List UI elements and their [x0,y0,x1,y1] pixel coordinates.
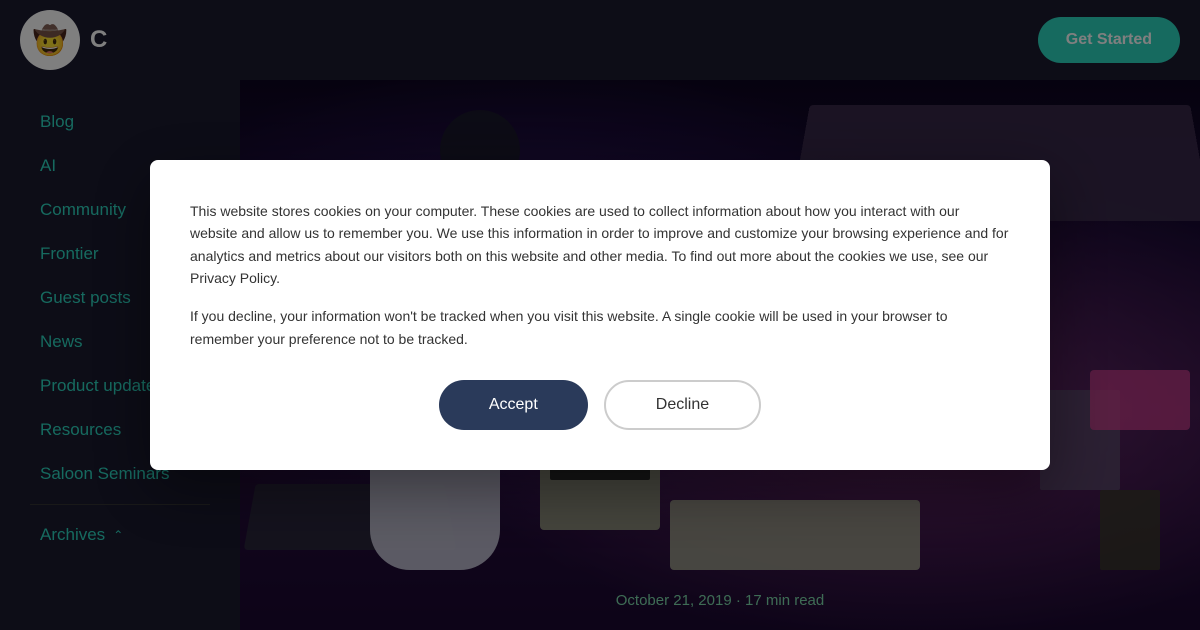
cookie-text-secondary: If you decline, your information won't b… [190,305,1010,350]
cookie-text-2-content: If you decline, your information won't b… [190,308,948,346]
decline-button[interactable]: Decline [604,380,761,430]
cookie-text-1-content: This website stores cookies on your comp… [190,203,1008,286]
cookie-buttons: Accept Decline [190,380,1010,430]
cookie-overlay: This website stores cookies on your comp… [0,0,1200,630]
cookie-modal: This website stores cookies on your comp… [150,160,1050,470]
accept-button[interactable]: Accept [439,380,588,430]
cookie-text-primary: This website stores cookies on your comp… [190,200,1010,290]
